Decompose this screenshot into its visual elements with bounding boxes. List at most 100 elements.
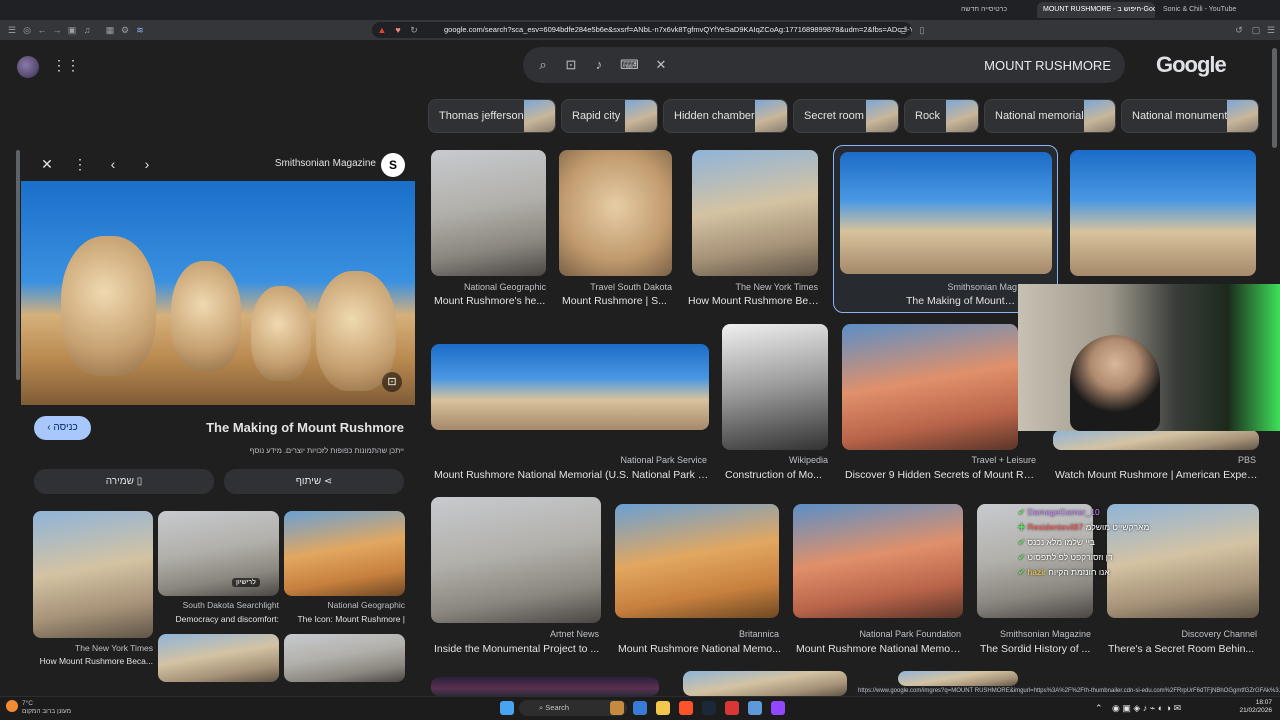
- related-image[interactable]: [284, 511, 405, 596]
- result-image[interactable]: [559, 150, 672, 276]
- related-image[interactable]: [33, 511, 153, 638]
- chip-secret-room[interactable]: Secret room: [793, 99, 899, 133]
- save-button[interactable]: שמירה ▯: [34, 469, 214, 494]
- result-caption[interactable]: Inside the Monumental Project to ...: [434, 643, 602, 655]
- result-caption[interactable]: Construction of Mo...: [725, 469, 828, 481]
- file-explorer-icon[interactable]: [656, 701, 670, 715]
- result-image[interactable]: [431, 677, 659, 696]
- result-caption[interactable]: Mount Rushmore National Memorial (U.S. N…: [434, 469, 710, 481]
- app-icon[interactable]: [748, 701, 762, 715]
- result-image[interactable]: [1053, 430, 1259, 450]
- result-caption[interactable]: How Mount Rushmore Bec...: [688, 295, 820, 307]
- forward-icon[interactable]: →: [51, 24, 63, 36]
- translate-icon[interactable]: ⇄: [897, 24, 909, 36]
- chip-rapid-city[interactable]: Rapid city: [561, 99, 658, 133]
- tab-youtube[interactable]: Sonic & Chili - YouTube: [1157, 2, 1247, 18]
- result-image[interactable]: [842, 324, 1018, 450]
- preview-image[interactable]: [21, 181, 415, 405]
- app-icon[interactable]: [633, 701, 647, 715]
- result-caption[interactable]: Mount Rushmore | S...: [562, 295, 672, 307]
- result-caption[interactable]: Discover 9 Hidden Secrets of Mount Ru...: [845, 469, 1035, 481]
- brave-browser-icon[interactable]: [679, 701, 693, 715]
- result-caption[interactable]: There's a Secret Room Behin...: [1108, 643, 1258, 655]
- tray-overflow-icon[interactable]: ⌃: [1095, 703, 1103, 714]
- tab-google-search[interactable]: MOUNT RUSHMORE - חיפוש ב-Google: [1037, 2, 1155, 18]
- search-input[interactable]: MOUNT RUSHMORE: [811, 58, 1111, 73]
- chip-thomas-jefferson[interactable]: Thomas jefferson: [428, 99, 556, 133]
- result-image[interactable]: [722, 324, 828, 450]
- avatar[interactable]: [17, 56, 39, 78]
- result-caption[interactable]: Mount Rushmore National Memo...: [618, 643, 782, 655]
- music-icon[interactable]: ♫: [81, 24, 93, 36]
- browser-menu-icon[interactable]: ☰: [1265, 24, 1277, 36]
- apps-grid-icon[interactable]: ⋮⋮: [52, 58, 80, 72]
- close-icon[interactable]: ✕: [39, 156, 55, 172]
- google-logo[interactable]: Google: [1156, 52, 1227, 78]
- reload-icon[interactable]: ↻: [408, 24, 420, 36]
- next-icon[interactable]: ›: [139, 156, 155, 172]
- steam-icon[interactable]: [702, 701, 716, 715]
- wifi-icon[interactable]: ≋: [134, 24, 146, 36]
- lens-search-icon[interactable]: ⊡: [382, 372, 402, 392]
- result-image[interactable]: [431, 150, 546, 276]
- back-icon[interactable]: ←: [36, 24, 48, 36]
- windows-start-icon[interactable]: [500, 701, 514, 715]
- more-options-icon[interactable]: ⋮: [72, 156, 88, 172]
- weather-icon[interactable]: [6, 700, 18, 712]
- panel-source-name[interactable]: Smithsonian Magazine: [275, 158, 376, 169]
- carved-face-jefferson: [171, 261, 241, 371]
- tray-icons[interactable]: ◉ ▣ ◈ ♪ ⌁ ◐ ◑ ✉: [1112, 703, 1181, 714]
- clear-icon[interactable]: ✕: [654, 58, 668, 72]
- result-caption[interactable]: Mount Rushmore National Memori...: [796, 643, 964, 655]
- result-image[interactable]: [615, 504, 779, 618]
- result-caption[interactable]: Watch Mount Rushmore | American Experi..…: [1055, 469, 1259, 481]
- profile-icon[interactable]: ▢: [1250, 24, 1262, 36]
- microphone-icon[interactable]: ♪: [592, 58, 606, 72]
- visit-button[interactable]: ‹ כניסה: [34, 416, 91, 440]
- bookmark-icon[interactable]: ▯: [916, 24, 928, 36]
- shield-icon[interactable]: ◎: [21, 24, 33, 36]
- related-image[interactable]: [158, 511, 279, 596]
- result-image[interactable]: [692, 150, 818, 276]
- chip-hidden-chamber[interactable]: Hidden chamber: [663, 99, 788, 133]
- result-caption[interactable]: The Making of Mount Ru: [906, 295, 1018, 307]
- related-image[interactable]: [284, 634, 405, 682]
- extensions-icon[interactable]: ⚙: [119, 24, 131, 36]
- search-icon[interactable]: ⌕: [536, 58, 550, 72]
- related-image[interactable]: [158, 634, 279, 682]
- page-scrollbar[interactable]: [1272, 48, 1277, 148]
- related-caption[interactable]: How Mount Rushmore Beca...: [33, 656, 153, 666]
- result-image[interactable]: [1070, 150, 1256, 276]
- menu-icon[interactable]: ☰: [6, 24, 18, 36]
- result-image[interactable]: [840, 152, 1052, 274]
- weather-widget[interactable]: 7°C מעונן ברוב המקום: [22, 700, 71, 716]
- keyboard-icon[interactable]: ⌨: [620, 58, 639, 72]
- chip-national-monument[interactable]: National monument: [1121, 99, 1259, 133]
- chip-rock[interactable]: Rock: [904, 99, 979, 133]
- twitch-icon[interactable]: [771, 701, 785, 715]
- related-caption[interactable]: The Icon: Mount Rushmore |: [284, 614, 405, 624]
- tab-new-tab[interactable]: כרטיסייה חדשה: [955, 2, 1035, 18]
- panel-scrollbar[interactable]: [16, 150, 20, 380]
- result-image[interactable]: [793, 504, 963, 618]
- previous-icon[interactable]: ‹: [105, 156, 121, 172]
- panel-title[interactable]: The Making of Mount Rushmore: [206, 420, 404, 435]
- taskview-icon[interactable]: [610, 701, 624, 715]
- result-caption[interactable]: Mount Rushmore's he...: [434, 295, 546, 307]
- obs-icon[interactable]: [725, 701, 739, 715]
- result-caption[interactable]: The Sordid History of ...: [980, 643, 1094, 655]
- history-icon[interactable]: ↺: [1233, 24, 1245, 36]
- taskbar-clock[interactable]: 18:07 21/02/2026: [1228, 699, 1272, 715]
- address-bar[interactable]: google.com/search?sca_esv=6094bdfe284e5b…: [372, 22, 912, 38]
- chip-national-memorial[interactable]: National memorial: [984, 99, 1116, 133]
- result-image[interactable]: [683, 671, 847, 696]
- brave-shield-icon[interactable]: ♥: [392, 24, 404, 36]
- result-image[interactable]: [431, 497, 601, 623]
- sidebar-icon[interactable]: ▣: [66, 24, 78, 36]
- tabs-icon[interactable]: ▦: [104, 24, 116, 36]
- result-image[interactable]: [431, 344, 709, 430]
- share-button[interactable]: שיתוף ⋖: [224, 469, 404, 494]
- result-image[interactable]: [898, 671, 1018, 686]
- related-caption[interactable]: Democracy and discomfort:: [158, 614, 279, 624]
- lens-icon[interactable]: ⊡: [564, 58, 578, 72]
